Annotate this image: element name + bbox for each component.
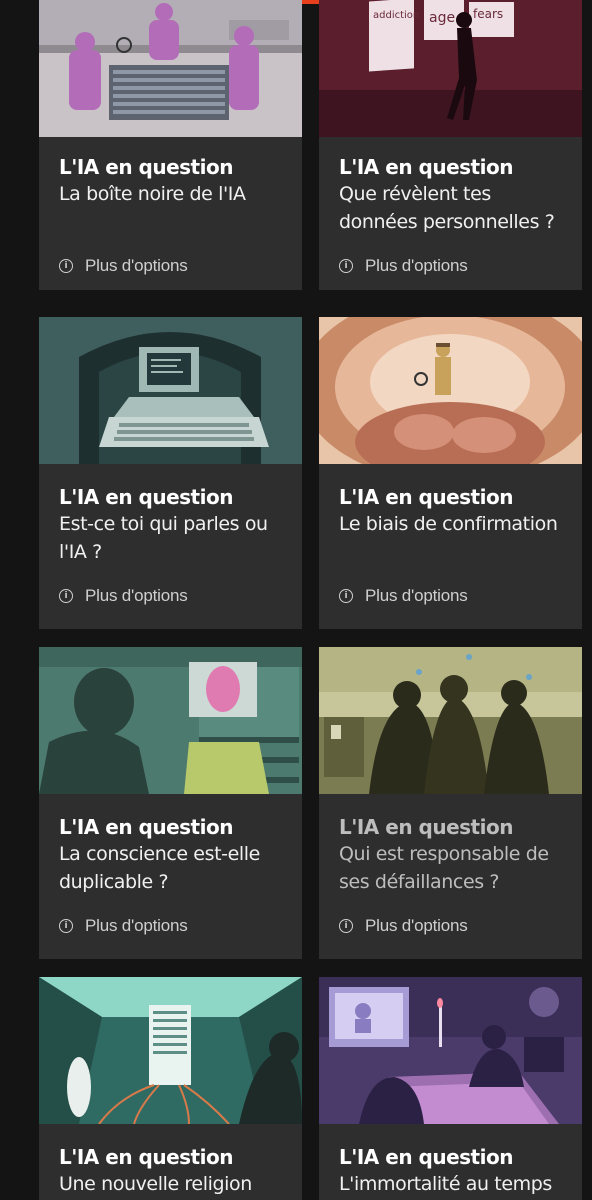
video-card[interactable]: L'IA en question La boîte noire de l'IA … (39, 0, 302, 290)
video-title: Une nouvelle religion (59, 1173, 252, 1195)
thumbnail-control-room[interactable] (319, 647, 582, 794)
info-icon: i (59, 259, 73, 273)
series-label: L'IA en question (339, 1145, 513, 1169)
info-icon: i (339, 259, 353, 273)
more-options-button[interactable]: i Plus d'options (339, 256, 468, 276)
more-options-label: Plus d'options (85, 256, 188, 275)
thumbnail-lab-scientists[interactable] (39, 0, 302, 137)
more-options-button[interactable]: i Plus d'options (59, 256, 188, 276)
more-options-label: Plus d'options (85, 586, 188, 605)
more-options-button[interactable]: i Plus d'options (339, 586, 468, 606)
series-label: L'IA en question (59, 485, 233, 509)
series-label: L'IA en question (339, 485, 513, 509)
thumbnail-detective-brain[interactable] (319, 317, 582, 464)
billboard-text-addiction: addiction (373, 10, 419, 21)
series-label: L'IA en question (339, 155, 513, 179)
thumbnail-computer-tunnel[interactable] (39, 317, 302, 464)
series-label: L'IA en question (59, 155, 233, 179)
thumbnail-bedside-screen[interactable] (319, 977, 582, 1124)
more-options-button[interactable]: i Plus d'options (59, 586, 188, 606)
video-card[interactable]: L'IA en question Une nouvelle religion (39, 977, 302, 1200)
info-icon: i (339, 589, 353, 603)
info-icon: i (59, 589, 73, 603)
series-label: L'IA en question (339, 815, 513, 839)
video-card[interactable]: L'IA en question L'immortalité au temps (319, 977, 582, 1200)
billboard-text-fears: fears (473, 7, 503, 21)
more-options-button[interactable]: i Plus d'options (339, 916, 468, 936)
video-card[interactable]: L'IA en question La conscience est-elle … (39, 647, 302, 959)
video-card[interactable]: L'IA en question Le biais de confirmatio… (319, 317, 582, 629)
video-title: La boîte noire de l'IA (59, 183, 246, 205)
more-options-label: Plus d'options (365, 256, 468, 275)
video-title: Qui est responsable de ses défaillances … (339, 843, 549, 893)
more-options-label: Plus d'options (85, 916, 188, 935)
video-card[interactable]: addiction age fears L'IA en question Que… (319, 0, 582, 290)
video-title: La conscience est-elle duplicable ? (59, 843, 260, 893)
video-title: Est-ce toi qui parles ou l'IA ? (59, 513, 268, 563)
more-options-label: Plus d'options (365, 586, 468, 605)
thumbnail-mask-portrait[interactable] (39, 647, 302, 794)
video-title: Le biais de confirmation (339, 513, 558, 535)
video-card[interactable]: L'IA en question Qui est responsable de … (319, 647, 582, 959)
series-label: L'IA en question (59, 815, 233, 839)
video-title: L'immortalité au temps (339, 1173, 552, 1195)
more-options-button[interactable]: i Plus d'options (59, 916, 188, 936)
info-icon: i (59, 919, 73, 933)
video-title: Que révèlent tes données personnelles ? (339, 183, 555, 233)
series-label: L'IA en question (59, 1145, 233, 1169)
billboard-text-age: age (429, 10, 455, 26)
video-card[interactable]: L'IA en question Est-ce toi qui parles o… (39, 317, 302, 629)
thumbnail-data-billboards[interactable]: addiction age fears (319, 0, 582, 137)
more-options-label: Plus d'options (365, 916, 468, 935)
thumbnail-server-temple[interactable] (39, 977, 302, 1124)
info-icon: i (339, 919, 353, 933)
